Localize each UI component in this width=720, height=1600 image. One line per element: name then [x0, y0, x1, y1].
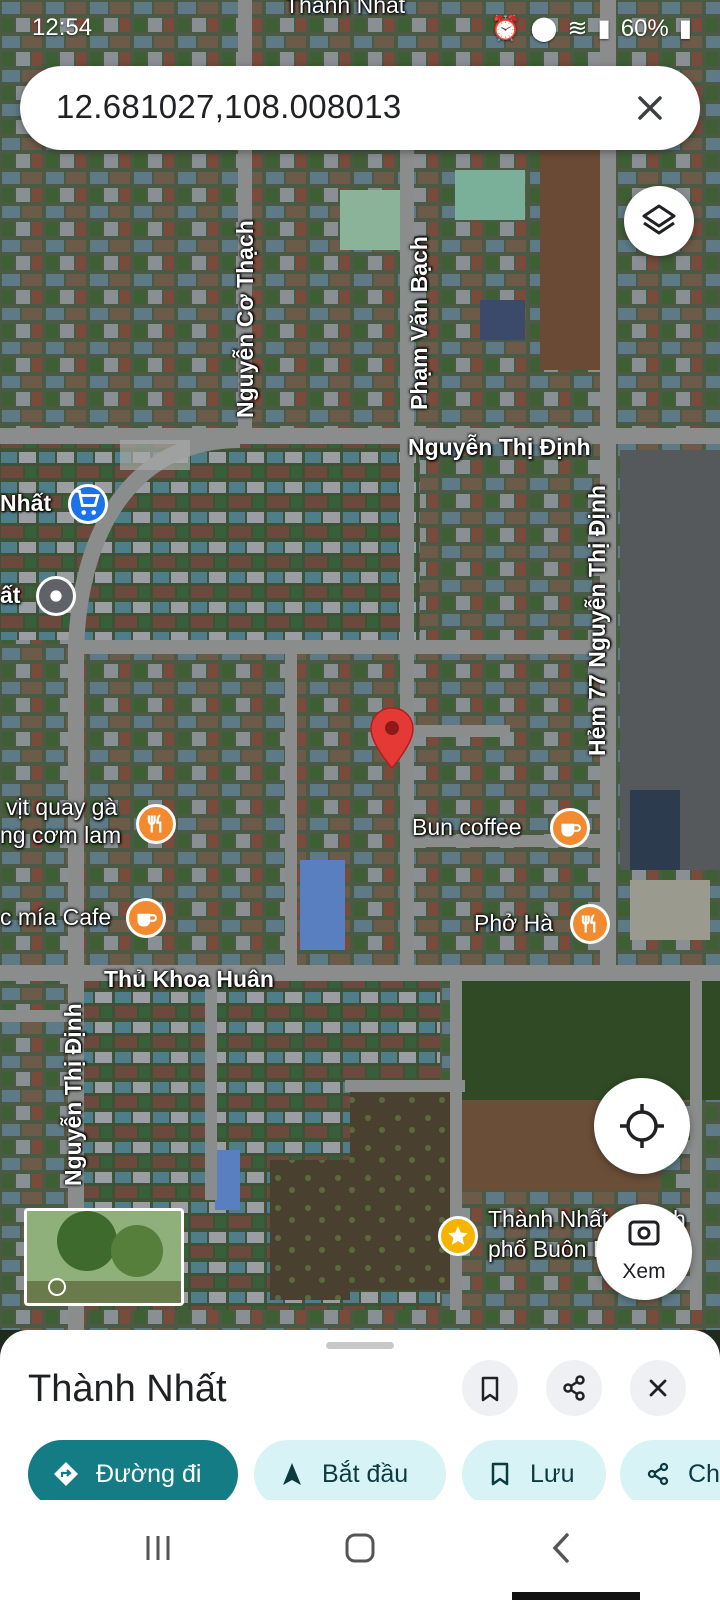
dropped-pin-icon[interactable]: [368, 706, 416, 770]
recent-apps-icon[interactable]: [140, 1530, 176, 1566]
search-query[interactable]: 12.681027,108.008013: [56, 88, 402, 126]
status-time: 12:54: [32, 14, 93, 41]
directions-button[interactable]: Đường đi: [28, 1440, 238, 1508]
share-icon: [563, 1375, 585, 1401]
close-icon[interactable]: [626, 84, 674, 132]
street-view-thumbnail[interactable]: [24, 1208, 184, 1306]
close-sheet-button[interactable]: [630, 1360, 686, 1416]
share-button[interactable]: [546, 1360, 602, 1416]
save-label: Lưu: [530, 1459, 575, 1488]
share-chip-button[interactable]: Ch: [620, 1440, 720, 1508]
poi-label-vit-quay-2[interactable]: ng cơm lam: [0, 822, 121, 849]
poi-label-bun-coffee[interactable]: Bun coffee: [412, 814, 522, 841]
bookmark-button[interactable]: [462, 1360, 518, 1416]
street-view-button[interactable]: Xem: [596, 1204, 692, 1300]
bookmark-icon: [481, 1376, 499, 1402]
battery-percent: 60%: [620, 14, 669, 42]
gesture-indicator: [512, 1592, 640, 1600]
navigation-arrow-icon: [283, 1463, 301, 1485]
poi-label-location[interactable]: ất: [0, 582, 20, 609]
street-label-nguyen-co-thach: Nguyễn Cơ Thạch: [232, 220, 258, 418]
signal-icon: ▮: [597, 15, 611, 42]
my-location-button[interactable]: [594, 1078, 690, 1174]
start-button[interactable]: Bắt đầu: [254, 1440, 446, 1508]
layers-icon: [642, 204, 676, 235]
home-icon[interactable]: [342, 1530, 378, 1566]
share-label: Ch: [688, 1459, 720, 1488]
system-nav-bar: [0, 1500, 720, 1600]
start-label: Bắt đầu: [322, 1459, 409, 1488]
restaurant-icon[interactable]: [570, 904, 610, 944]
save-button[interactable]: Lưu: [462, 1440, 606, 1508]
restaurant-icon[interactable]: [136, 804, 176, 844]
street-view-label: Xem: [622, 1260, 666, 1283]
status-bar: 12:54 ⏰ ⬤ ≋ ▮ 60% ▮: [0, 0, 720, 56]
poi-label-mia-cafe[interactable]: c mía Cafe: [0, 904, 111, 931]
directions-icon: [54, 1462, 78, 1486]
place-title: Thành Nhất: [28, 1368, 227, 1410]
location-icon: ⬤: [530, 15, 558, 42]
poi-label-cart[interactable]: Nhất: [0, 490, 51, 517]
close-icon: [649, 1379, 667, 1397]
battery-icon: ▮: [678, 15, 692, 42]
street-label-nguyen-thi-dinh-2: Nguyễn Thị Định: [60, 1003, 86, 1186]
search-bar[interactable]: 12.681027,108.008013: [20, 66, 700, 150]
location-dot-icon[interactable]: [36, 576, 76, 616]
share-icon: [647, 1462, 669, 1486]
layers-button[interactable]: [624, 186, 694, 256]
directions-label: Đường đi: [96, 1459, 202, 1488]
street-label-pham-van-bach: Phạm Văn Bạch: [406, 236, 432, 410]
poi-label-pho-ha[interactable]: Phở Hà: [474, 910, 553, 937]
coffee-icon[interactable]: [126, 898, 166, 938]
coffee-icon[interactable]: [550, 808, 590, 848]
street-label-nguyen-thi-dinh: Nguyễn Thị Định: [408, 434, 591, 460]
street-label-thu-khoa-huan: Thủ Khoa Huân: [104, 966, 274, 992]
poi-label-vit-quay[interactable]: vịt quay gà: [6, 794, 117, 821]
shopping-cart-icon[interactable]: [68, 484, 108, 524]
star-icon[interactable]: [438, 1216, 478, 1256]
back-icon[interactable]: [544, 1530, 580, 1566]
street-label-hem-77: Hẻm 77 Nguyễn Thị Định: [584, 485, 610, 756]
my-location-icon: [620, 1104, 664, 1148]
camera-icon: [628, 1220, 660, 1246]
alarm-icon: ⏰: [490, 15, 521, 42]
bookmark-icon: [491, 1462, 509, 1486]
sheet-drag-handle[interactable]: [326, 1342, 394, 1349]
wifi-icon: ≋: [567, 15, 588, 42]
